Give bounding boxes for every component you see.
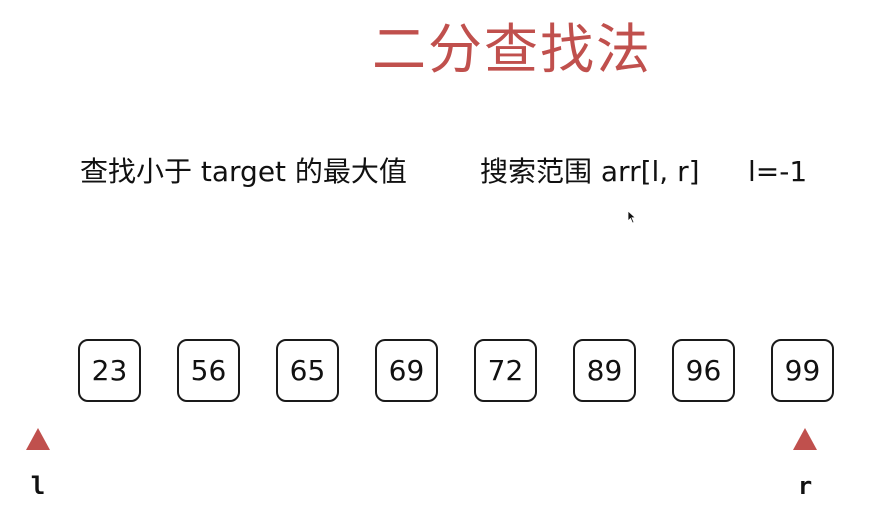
array-cell: 65 <box>276 339 339 402</box>
mouse-cursor-icon <box>627 210 637 224</box>
array-cell: 23 <box>78 339 141 402</box>
right-pointer-label: r <box>797 472 813 500</box>
left-pointer: l <box>25 428 51 500</box>
array-cell: 56 <box>177 339 240 402</box>
triangle-up-icon <box>793 428 817 450</box>
array-cell: 72 <box>474 339 537 402</box>
sorted-array: 23 56 65 69 72 89 96 99 <box>78 339 838 407</box>
init-text: l=-1 <box>748 155 808 188</box>
triangle-up-icon <box>26 428 50 450</box>
array-cell: 69 <box>375 339 438 402</box>
left-pointer-label: l <box>30 472 46 500</box>
array-cell: 99 <box>771 339 834 402</box>
right-pointer: r <box>792 428 818 500</box>
range-text: 搜索范围 arr[l, r] <box>480 155 700 188</box>
array-cell: 96 <box>672 339 735 402</box>
page-title: 二分查找法 <box>372 18 652 81</box>
array-cell: 89 <box>573 339 636 402</box>
goal-text: 查找小于 target 的最大值 <box>80 155 407 188</box>
